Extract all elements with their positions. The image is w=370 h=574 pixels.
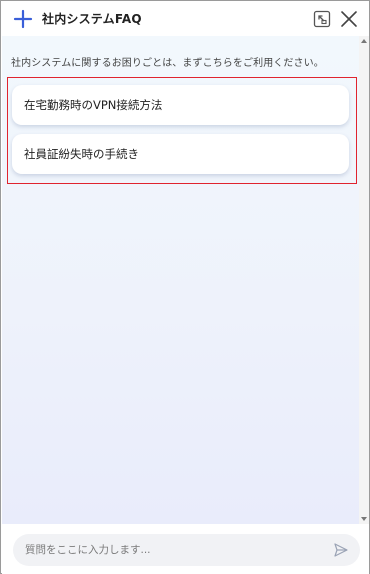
chat-footer [2,524,369,574]
scroll-up-icon[interactable] [359,36,369,46]
close-icon[interactable] [338,8,360,30]
question-input[interactable] [25,534,325,566]
chat-header: 社内システムFAQ [2,2,368,36]
plus-icon [12,8,34,30]
faq-option-label: 社員証紛失時の手続き [24,147,139,161]
scrollbar[interactable] [359,36,369,524]
faq-option-vpn[interactable]: 在宅勤務時のVPN接続方法 [12,85,349,125]
faq-option-label: 在宅勤務時のVPN接続方法 [24,98,163,112]
send-icon[interactable] [333,542,349,558]
intro-message: 社内システムに関するお困りごとは、まずこちらをご利用ください。 [11,58,324,69]
chat-widget: 社内システムFAQ 社内システムに関するお困りごとは、まずこちらをご利用ください… [0,0,370,574]
faq-option-id-card[interactable]: 社員証紛失時の手続き [12,134,349,174]
shrink-window-icon[interactable] [311,8,333,30]
chat-title: 社内システムFAQ [42,12,142,26]
scroll-down-icon[interactable] [359,514,369,524]
input-container [13,534,360,566]
